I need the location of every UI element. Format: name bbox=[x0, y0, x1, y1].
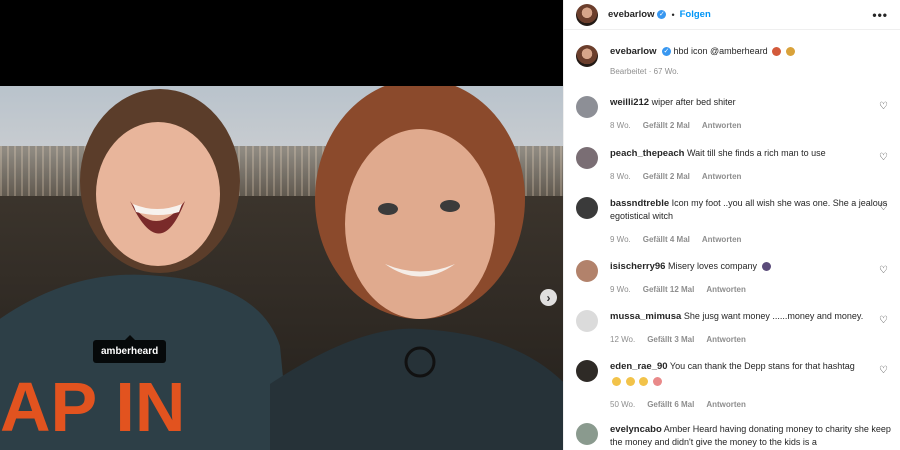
reply-button[interactable]: Antworten bbox=[706, 333, 746, 346]
comment: evelyncabo Amber Heard having donating m… bbox=[576, 423, 894, 449]
comment: bassndtreble Icon my foot ..you all wish… bbox=[576, 197, 894, 246]
comment-avatar[interactable] bbox=[576, 360, 598, 382]
comment-time[interactable]: 12 Wo. bbox=[610, 333, 635, 346]
comments-panel: evebarlow ✓ • Folgen ••• evebarlow ✓ hbd… bbox=[563, 0, 900, 450]
emoji-icon bbox=[761, 262, 771, 272]
more-options-icon[interactable]: ••• bbox=[872, 8, 888, 22]
like-heart-icon[interactable]: ♡ bbox=[879, 315, 888, 326]
comment-avatar[interactable] bbox=[576, 96, 598, 118]
comment-username[interactable]: mussa_mimusa bbox=[610, 311, 681, 322]
comment-time[interactable]: 9 Wo. bbox=[610, 233, 631, 246]
caption-edited-time: Bearbeitet · 67 Wo. bbox=[610, 67, 679, 76]
comment: weilli212 wiper after bed shiter 8 Wo. G… bbox=[576, 96, 894, 132]
comment-username[interactable]: isischerry96 bbox=[610, 261, 665, 272]
comment-likes[interactable]: Gefällt 12 Mal bbox=[643, 283, 695, 296]
comment: peach_thepeach Wait till she finds a ric… bbox=[576, 147, 894, 183]
next-arrow-icon[interactable]: › bbox=[540, 289, 557, 306]
post-caption: evebarlow ✓ hbd icon @amberheard Bearbei… bbox=[576, 45, 886, 78]
emoji-row bbox=[610, 375, 894, 388]
header-username[interactable]: evebarlow bbox=[608, 9, 654, 20]
comment-time[interactable]: 8 Wo. bbox=[610, 170, 631, 183]
avatar[interactable] bbox=[576, 3, 598, 26]
reply-button[interactable]: Antworten bbox=[706, 283, 746, 296]
comment-text: You can thank the Depp stans for that ha… bbox=[669, 361, 855, 371]
comment-likes[interactable]: Gefällt 6 Mal bbox=[647, 398, 694, 411]
instagram-post-view: AP IN amberheard › evebarlow ✓ • Folgen bbox=[0, 0, 900, 450]
follow-button[interactable]: Folgen bbox=[680, 9, 711, 20]
person-right bbox=[270, 86, 563, 450]
comment-time[interactable]: 9 Wo. bbox=[610, 283, 631, 296]
post-media[interactable]: AP IN amberheard › bbox=[0, 0, 563, 450]
caption-text: hbd icon @amberheard bbox=[673, 46, 768, 56]
emoji-icon bbox=[652, 377, 662, 387]
svg-text:AP IN: AP IN bbox=[0, 368, 185, 446]
post-photo: AP IN bbox=[0, 86, 563, 450]
verified-icon: ✓ bbox=[657, 10, 667, 19]
reply-button[interactable]: Antworten bbox=[702, 119, 742, 132]
comment-text: Wait till she finds a rich man to use bbox=[686, 148, 826, 158]
comment-likes[interactable]: Gefällt 4 Mal bbox=[643, 233, 690, 246]
comment-text: Misery loves company bbox=[667, 261, 758, 271]
comment-text: wiper after bed shiter bbox=[651, 97, 736, 107]
comment-avatar[interactable] bbox=[576, 310, 598, 332]
laughing-emoji-icon bbox=[639, 377, 649, 387]
comment-likes[interactable]: Gefällt 2 Mal bbox=[643, 170, 690, 183]
photo-tag[interactable]: amberheard bbox=[93, 335, 167, 363]
comment-time[interactable]: 50 Wo. bbox=[610, 398, 635, 411]
laughing-emoji-icon bbox=[612, 377, 621, 387]
comment-text: She jusg want money ......money and mone… bbox=[683, 311, 864, 321]
comment-avatar[interactable] bbox=[576, 197, 598, 219]
comment: eden_rae_90 You can thank the Depp stans… bbox=[576, 360, 894, 411]
comment-time[interactable]: 8 Wo. bbox=[610, 119, 631, 132]
comment-likes[interactable]: Gefällt 3 Mal bbox=[647, 333, 694, 346]
comment-username[interactable]: weilli212 bbox=[610, 97, 649, 108]
comment-username[interactable]: bassndtreble bbox=[610, 198, 669, 209]
comment-avatar[interactable] bbox=[576, 423, 598, 445]
comment-avatar[interactable] bbox=[576, 260, 598, 282]
laughing-emoji-icon bbox=[625, 377, 635, 387]
post-header: evebarlow ✓ • Folgen ••• bbox=[564, 0, 900, 30]
caption-avatar[interactable] bbox=[576, 45, 598, 67]
reply-button[interactable]: Antworten bbox=[706, 398, 746, 411]
comment-likes[interactable]: Gefällt 2 Mal bbox=[643, 119, 690, 132]
comment: isischerry96 Misery loves company 9 Wo. … bbox=[576, 260, 894, 296]
like-heart-icon[interactable]: ♡ bbox=[879, 202, 888, 213]
balloon-emoji-icon bbox=[772, 47, 782, 57]
caption-username[interactable]: evebarlow bbox=[610, 46, 656, 57]
reply-button[interactable]: Antworten bbox=[702, 170, 742, 183]
comment-avatar[interactable] bbox=[576, 147, 598, 169]
verified-icon: ✓ bbox=[661, 47, 671, 57]
person-left: AP IN bbox=[0, 89, 290, 450]
comment-username[interactable]: evelyncabo bbox=[610, 424, 662, 435]
party-hat-emoji-icon bbox=[785, 47, 795, 57]
comment: mussa_mimusa She jusg want money ......m… bbox=[576, 310, 894, 346]
comment-username[interactable]: peach_thepeach bbox=[610, 148, 684, 159]
like-heart-icon[interactable]: ♡ bbox=[879, 101, 888, 112]
like-heart-icon[interactable]: ♡ bbox=[879, 365, 888, 376]
like-heart-icon[interactable]: ♡ bbox=[879, 152, 888, 163]
reply-button[interactable]: Antworten bbox=[702, 233, 742, 246]
separator-dot: • bbox=[671, 9, 675, 20]
comment-username[interactable]: eden_rae_90 bbox=[610, 361, 668, 372]
like-heart-icon[interactable]: ♡ bbox=[879, 265, 888, 276]
